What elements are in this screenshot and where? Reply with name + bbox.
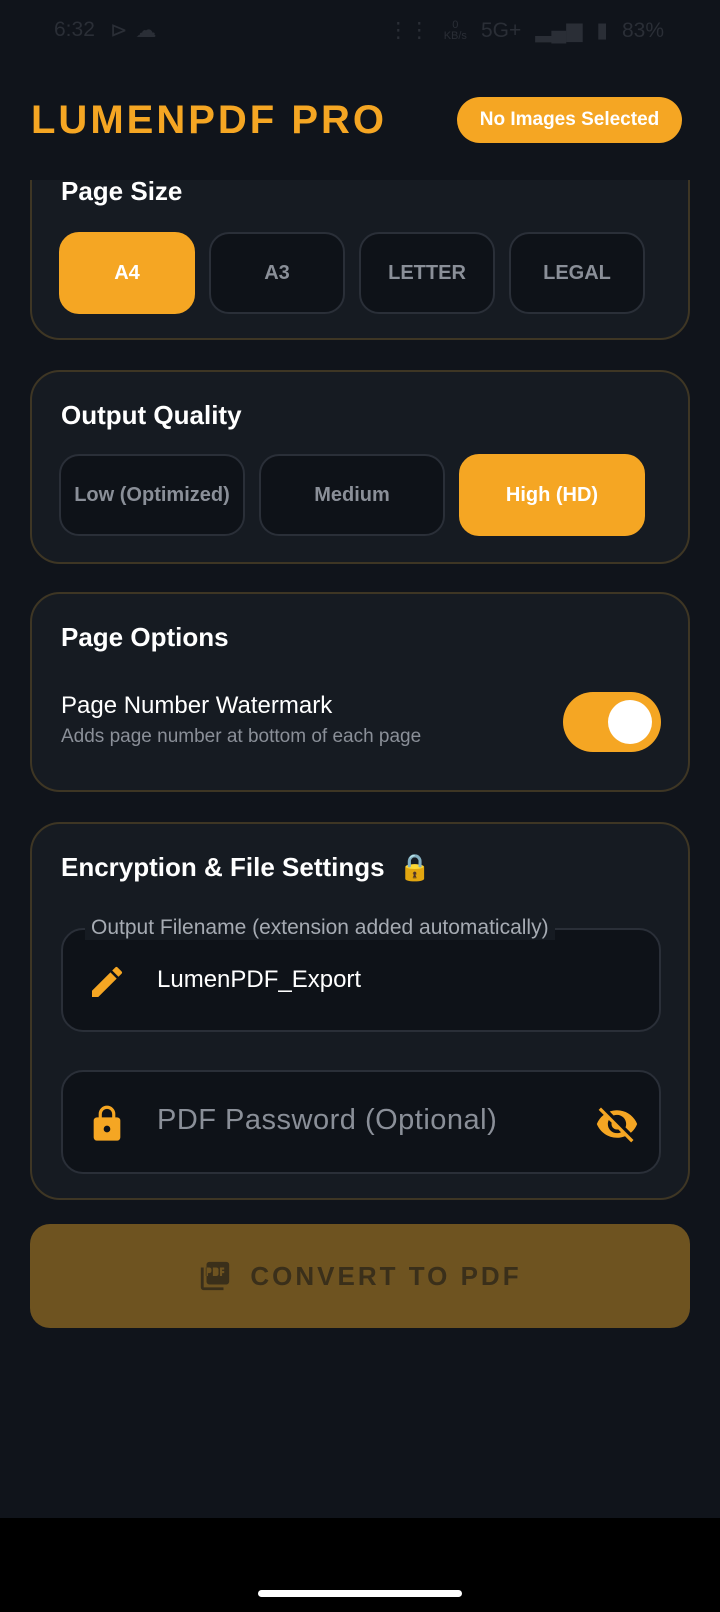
settings-scroll-area[interactable]: Page Size A4 A3 LETTER LEGAL Output Qual… bbox=[0, 180, 720, 1518]
signal-type: 5G+ bbox=[480, 18, 522, 42]
home-indicator[interactable] bbox=[258, 1590, 462, 1597]
filename-field[interactable]: Output Filename (extension added automat… bbox=[61, 916, 661, 1032]
battery-icon: ▮ bbox=[596, 19, 608, 42]
convert-to-pdf-button[interactable]: CONVERT TO PDF bbox=[30, 1224, 690, 1328]
wifi-calling-icon: ⋮⋮ bbox=[387, 19, 430, 42]
quality-low-button[interactable]: Low (Optimized) bbox=[59, 454, 245, 536]
network-speed-unit: KB/s bbox=[443, 29, 467, 42]
password-placeholder: PDF Password (Optional) bbox=[157, 1104, 498, 1136]
output-quality-card: Output Quality Low (Optimized) Medium Hi… bbox=[30, 370, 690, 564]
output-quality-title: Output Quality bbox=[61, 400, 242, 430]
padlock-icon bbox=[93, 1105, 121, 1141]
page-size-legal-button[interactable]: LEGAL bbox=[509, 232, 645, 314]
quality-high-button[interactable]: High (HD) bbox=[459, 454, 645, 536]
app-header: LUMENPDF PRO No Images Selected bbox=[0, 60, 720, 180]
page-size-a4-button[interactable]: A4 bbox=[59, 232, 195, 314]
filename-input-value: LumenPDF_Export bbox=[157, 966, 362, 993]
eye-off-icon[interactable] bbox=[595, 1102, 639, 1146]
filename-field-label: Output Filename (extension added automat… bbox=[85, 916, 555, 940]
convert-button-label: CONVERT TO PDF bbox=[250, 1260, 522, 1291]
signal-bars-icon: ▂▄▆ bbox=[535, 19, 583, 42]
toggle-knob bbox=[608, 700, 652, 744]
page-size-title: Page Size bbox=[61, 180, 183, 206]
selection-status-badge[interactable]: No Images Selected bbox=[457, 97, 682, 143]
pdf-file-icon bbox=[201, 1261, 230, 1291]
page-options-title: Page Options bbox=[61, 622, 229, 652]
quality-medium-button[interactable]: Medium bbox=[259, 454, 445, 536]
notification-icons: ⊳☁ bbox=[110, 19, 165, 42]
page-options-card: Page Options Page Number Watermark Adds … bbox=[30, 592, 690, 792]
password-field[interactable]: PDF Password (Optional) bbox=[61, 1070, 661, 1174]
page-size-a3-button[interactable]: A3 bbox=[209, 232, 345, 314]
encryption-title-row: Encryption & File Settings 🔒 bbox=[61, 852, 431, 883]
status-bar: 6:32 ⊳☁ ⋮⋮ 0 KB/s 5G+ ▂▄▆ ▮ 83% bbox=[0, 0, 720, 60]
app-title: LUMENPDF PRO bbox=[31, 98, 387, 142]
battery-percent: 83% bbox=[621, 18, 664, 42]
lock-emoji-icon: 🔒 bbox=[398, 852, 431, 882]
encryption-card: Encryption & File Settings 🔒 Output File… bbox=[30, 822, 690, 1200]
pencil-icon bbox=[92, 966, 123, 997]
encryption-title: Encryption & File Settings bbox=[61, 852, 385, 882]
watermark-toggle[interactable] bbox=[563, 692, 661, 752]
page-size-card: Page Size A4 A3 LETTER LEGAL bbox=[30, 180, 690, 340]
watermark-description: Adds page number at bottom of each page bbox=[61, 726, 422, 747]
network-speed: 0 KB/s bbox=[443, 19, 467, 42]
app-screen: 6:32 ⊳☁ ⋮⋮ 0 KB/s 5G+ ▂▄▆ ▮ 83% LUMENPDF… bbox=[0, 0, 720, 1612]
system-indicators: ⋮⋮ 0 KB/s 5G+ ▂▄▆ ▮ 83% bbox=[388, 18, 664, 43]
clock: 6:32 bbox=[54, 18, 95, 41]
page-size-letter-button[interactable]: LETTER bbox=[359, 232, 495, 314]
navigation-bar bbox=[0, 1518, 720, 1612]
watermark-label: Page Number Watermark bbox=[61, 692, 333, 719]
